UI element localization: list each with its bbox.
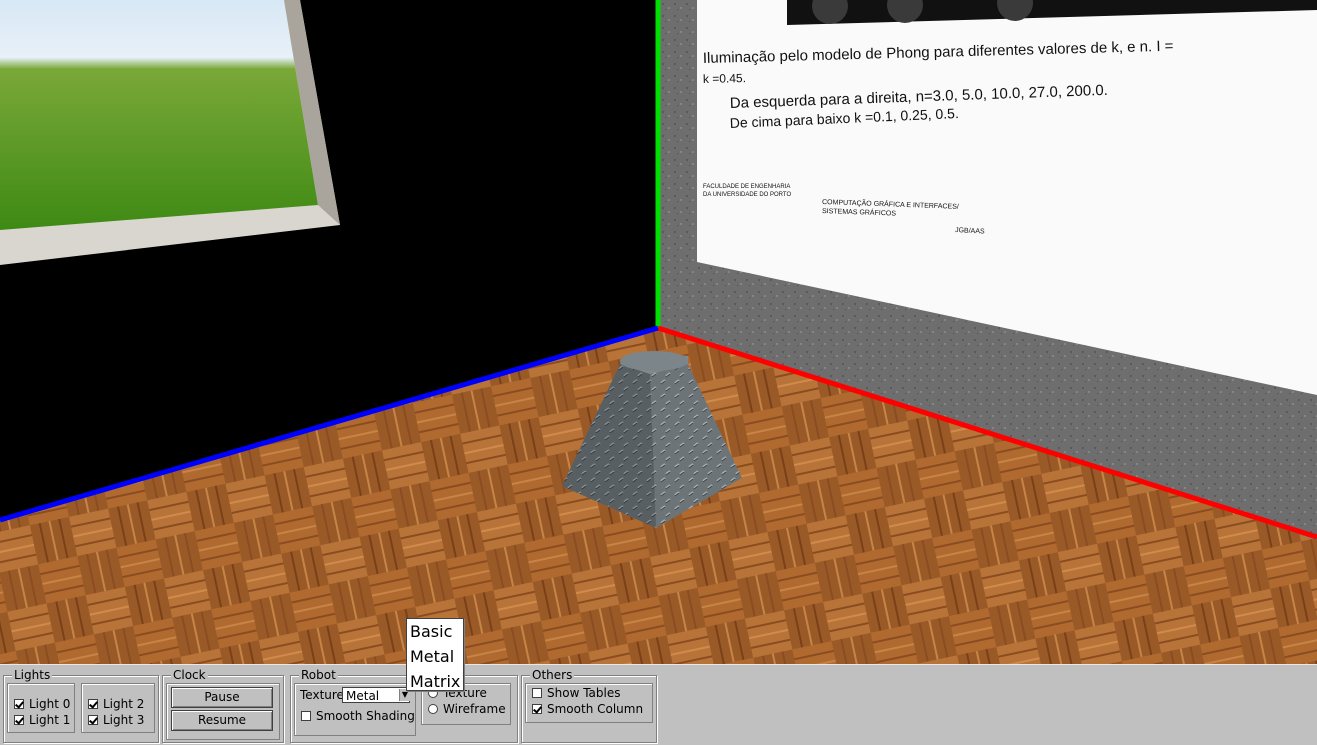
poster-line-2: k =0.45.: [703, 71, 746, 86]
light-3-checkbox[interactable]: Light 3: [88, 713, 144, 727]
pause-button[interactable]: Pause: [171, 687, 273, 708]
dropdown-option-metal[interactable]: Metal: [407, 644, 463, 669]
others-group: Others Show Tables Smooth Column: [521, 668, 657, 743]
radio-wireframe[interactable]: Wireframe: [428, 702, 506, 716]
smooth-shading-checkbox[interactable]: Smooth Shading: [301, 709, 415, 723]
others-title: Others: [530, 668, 575, 682]
checkbox-checked-icon: [88, 715, 98, 725]
lights-group: Lights Light 0 Light 1 Light 2 Light 3: [3, 668, 159, 743]
light-2-checkbox[interactable]: Light 2: [88, 697, 144, 711]
smooth-column-label: Smooth Column: [547, 702, 644, 716]
texture-label: Texture: [300, 688, 344, 702]
show-tables-checkbox[interactable]: Show Tables: [532, 686, 620, 700]
checkbox-unchecked-icon: [532, 688, 542, 698]
resume-button[interactable]: Resume: [171, 710, 273, 731]
light-0-checkbox[interactable]: Light 0: [14, 697, 70, 711]
radio-unselected-icon: [428, 704, 438, 714]
checkbox-checked-icon: [532, 704, 542, 714]
light-0-label: Light 0: [29, 697, 71, 711]
control-panel: Lights Light 0 Light 1 Light 2 Light 3 C…: [0, 664, 1317, 745]
checkbox-checked-icon: [88, 699, 98, 709]
lights-title: Lights: [12, 668, 53, 682]
dropdown-option-matrix[interactable]: Matrix: [407, 669, 463, 694]
light-1-label: Light 1: [29, 713, 71, 727]
smooth-column-checkbox[interactable]: Smooth Column: [532, 702, 643, 716]
texture-select-value: Metal: [346, 689, 380, 703]
robot-title: Robot: [299, 668, 338, 682]
checkbox-checked-icon: [14, 715, 24, 725]
scene-svg: Iluminação pelo modelo de Phong para dif…: [0, 0, 1317, 664]
clock-title: Clock: [171, 668, 208, 682]
show-tables-label: Show Tables: [547, 686, 621, 700]
checkbox-unchecked-icon: [301, 711, 311, 721]
robot-group: Robot Texture Metal ▼ Smooth Shading Tex…: [290, 668, 518, 743]
texture-dropdown-list: Basic Metal Matrix: [406, 618, 464, 691]
light-1-checkbox[interactable]: Light 1: [14, 713, 70, 727]
landscape-picture-frame: [0, 0, 340, 265]
3d-viewport[interactable]: Iluminação pelo modelo de Phong para dif…: [0, 0, 1317, 664]
light-2-label: Light 2: [103, 697, 145, 711]
poster-footer-left-2: DA UNIVERSIDADE DO PORTO: [703, 192, 791, 198]
clock-group: Clock Pause Resume: [162, 668, 284, 743]
radio-wireframe-label: Wireframe: [443, 702, 506, 716]
poster-footer-left-1: FACULDADE DE ENGENHARIA: [703, 184, 790, 190]
dropdown-option-basic[interactable]: Basic: [407, 619, 463, 644]
checkbox-checked-icon: [14, 699, 24, 709]
light-3-label: Light 3: [103, 713, 145, 727]
smooth-shading-label: Smooth Shading: [316, 709, 415, 723]
